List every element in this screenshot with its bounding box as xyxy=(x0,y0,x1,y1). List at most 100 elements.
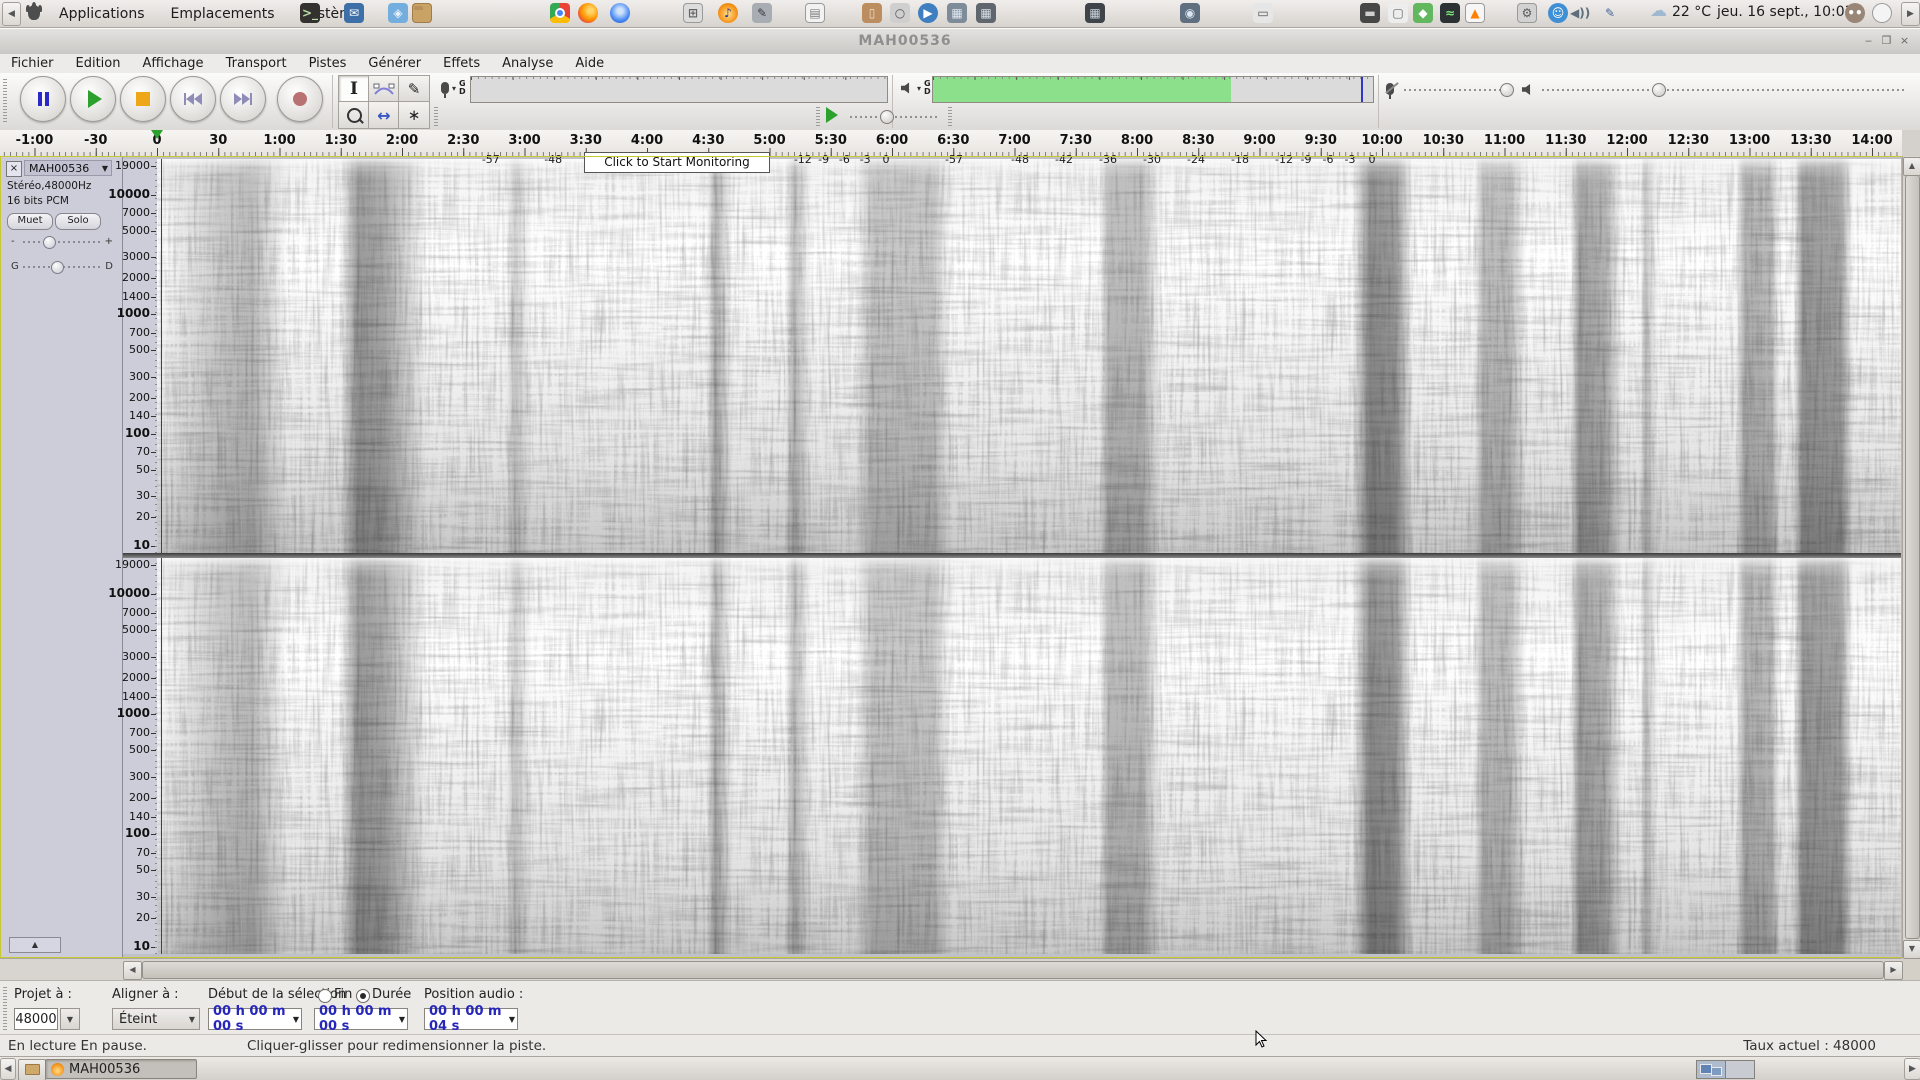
photo-organizer-icon[interactable] xyxy=(1491,3,1511,23)
mute-button[interactable]: Muet xyxy=(7,213,53,230)
vertical-scroll-thumb[interactable] xyxy=(1905,175,1920,939)
gain-slider[interactable]: - + xyxy=(11,235,113,249)
accessibility-icon[interactable]: ☺ xyxy=(1548,3,1568,23)
frequency-ruler-left-channel[interactable]: 19000 10000 7000 5000 3000 2000 1400 1000 700 500… xyxy=(108,159,157,553)
menu-affichage[interactable]: Affichage xyxy=(131,56,214,71)
pan-slider-thumb[interactable] xyxy=(51,261,64,274)
draw-tool-button[interactable]: ✎ xyxy=(398,75,430,103)
project-rate-value[interactable]: 48000 xyxy=(14,1008,58,1030)
file-manager-taskbar-button[interactable] xyxy=(18,1059,46,1080)
calculator-icon[interactable]: ▦ xyxy=(976,3,996,23)
transcription-grabber[interactable] xyxy=(816,106,820,126)
menu-analyse[interactable]: Analyse xyxy=(491,56,564,71)
gnome-foot-icon[interactable] xyxy=(28,5,40,20)
playhead-triangle[interactable] xyxy=(151,130,163,139)
close-button[interactable]: × xyxy=(1896,32,1913,50)
pen-icon[interactable]: ✎ xyxy=(1600,3,1620,23)
minimize-button[interactable]: ‒ xyxy=(1860,32,1877,50)
volume-icon[interactable]: ◀)) xyxy=(1570,3,1590,23)
maximize-button[interactable]: ❐ xyxy=(1878,32,1895,50)
solo-button[interactable]: Solo xyxy=(55,213,101,230)
taskbar-collapse-left-button[interactable]: ◀ xyxy=(0,1058,16,1080)
menu-générer[interactable]: Générer xyxy=(357,56,432,71)
selection-duration-radio[interactable] xyxy=(356,989,370,1003)
multi-tool-button[interactable]: ∗ xyxy=(398,101,430,129)
scroll-down-button[interactable]: ▼ xyxy=(1903,940,1920,959)
clock-label[interactable]: jeu. 16 sept., 10:03 xyxy=(1717,4,1854,20)
google-earth-icon[interactable] xyxy=(648,3,668,23)
selection-start-field[interactable]: 00 h 00 m 00 s ▼ xyxy=(208,1004,302,1034)
playback-speed-thumb[interactable] xyxy=(880,110,894,124)
photos-icon[interactable]: ◆ xyxy=(1413,3,1433,23)
panel-menu-emplacements[interactable]: Emplacements xyxy=(158,6,288,22)
temperature-label[interactable]: 22 °C xyxy=(1672,4,1711,20)
horizontal-scroll-thumb[interactable] xyxy=(142,961,1884,979)
taskbar-collapse-right-button[interactable]: ▶ xyxy=(1904,1058,1920,1080)
play-meter-icon-group[interactable]: ▾ GD xyxy=(901,80,931,96)
scroll-left-button[interactable]: ◀ xyxy=(123,961,142,980)
audacity-icon[interactable]: ♪ xyxy=(718,3,738,23)
terminal-icon[interactable]: >_ xyxy=(300,3,320,23)
input-volume-slider[interactable] xyxy=(1404,89,1512,91)
numeric-keypad-icon[interactable]: ▦ xyxy=(1085,3,1105,23)
scroll-right-button[interactable]: ▶ xyxy=(1884,961,1903,980)
taskbar-window-button[interactable]: MAH00536 xyxy=(45,1059,197,1079)
recording-meter[interactable] xyxy=(470,76,888,103)
monitoring-message[interactable]: Click to Start Monitoring xyxy=(584,152,770,173)
search-icon[interactable]: ○ xyxy=(890,3,910,23)
player-icon[interactable]: ▶ xyxy=(918,3,938,23)
panel-collapse-right-button[interactable]: ▶ xyxy=(1901,2,1920,26)
file-manager-icon[interactable] xyxy=(412,3,432,23)
record-meter-icon-group[interactable]: ▾ GD xyxy=(441,80,466,98)
menu-aide[interactable]: Aide xyxy=(564,56,615,71)
audio-position-field[interactable]: 00 h 00 m 04 s ▼ xyxy=(424,1004,518,1034)
email-icon[interactable]: ✉ xyxy=(344,3,364,23)
film-projector-icon[interactable]: ◉ xyxy=(1180,3,1200,23)
device-toolbar-grabber[interactable] xyxy=(948,106,952,126)
transport-grabber[interactable] xyxy=(3,78,7,122)
playback-meter[interactable] xyxy=(932,76,1374,103)
track-control-panel[interactable]: × MAH00536 ▼ Stéréo,48000Hz 16 bits PCM M… xyxy=(1,157,123,957)
chrome-icon[interactable] xyxy=(550,3,570,23)
text-editor-icon[interactable]: ✎ xyxy=(752,3,772,23)
menu-pistes[interactable]: Pistes xyxy=(298,56,358,71)
input-volume-thumb[interactable] xyxy=(1500,83,1514,97)
system-monitor-icon[interactable]: ≈ xyxy=(1440,3,1460,23)
pause-button[interactable] xyxy=(20,76,66,122)
selection-toolbar-grabber[interactable] xyxy=(3,986,7,1030)
panel-menu-applications[interactable]: Applications xyxy=(46,6,158,22)
window-titlebar[interactable]: MAH00536 ‒ ❐ × xyxy=(0,28,1920,56)
chromium-icon[interactable] xyxy=(610,3,630,23)
workspace-2-pager[interactable] xyxy=(1725,1060,1755,1079)
menu-fichier[interactable]: Fichier xyxy=(0,56,65,71)
panel-collapse-left-button[interactable]: ◀ xyxy=(2,2,21,26)
play-at-speed-button[interactable] xyxy=(826,107,838,123)
selection-end-field[interactable]: 00 h 00 m 00 s ▼ xyxy=(314,1004,408,1034)
track-collapse-button[interactable]: ▲ xyxy=(9,937,61,953)
snap-to-select[interactable]: Éteint ▼ xyxy=(112,1008,200,1030)
edit-toolbar-grabber[interactable] xyxy=(434,106,438,126)
gain-slider-thumb[interactable] xyxy=(43,236,56,249)
project-rate-dropdown-button[interactable]: ▼ xyxy=(60,1008,80,1030)
tools-icon[interactable]: ⚙ xyxy=(1517,3,1537,23)
toggle-switch-icon[interactable]: ▢ xyxy=(1388,3,1408,23)
clipboard-icon[interactable]: ▯ xyxy=(862,3,882,23)
track-name-menu[interactable]: MAH00536 ▼ xyxy=(24,160,112,176)
firefox-icon[interactable] xyxy=(578,3,598,23)
table-icon[interactable]: ⊞ xyxy=(683,3,703,23)
output-volume-slider[interactable] xyxy=(1542,89,1906,91)
output-volume-thumb[interactable] xyxy=(1652,83,1666,97)
record-button[interactable] xyxy=(277,76,323,122)
spectrogram-left-channel[interactable] xyxy=(157,159,1902,553)
envelope-tool-button[interactable] xyxy=(368,75,400,103)
display-settings-icon[interactable]: ▭ xyxy=(1253,3,1273,23)
scroll-up-button[interactable]: ▲ xyxy=(1903,157,1920,176)
selection-end-radio[interactable] xyxy=(318,989,332,1003)
play-button[interactable] xyxy=(70,76,116,122)
vertical-scrollbar[interactable]: ▲ ▼ xyxy=(1902,156,1920,959)
film-slate-icon[interactable]: ▬ xyxy=(1360,3,1380,23)
network-places-icon[interactable]: ◈ xyxy=(388,3,408,23)
menu-effets[interactable]: Effets xyxy=(432,56,491,71)
zoom-tool-button[interactable] xyxy=(338,101,370,129)
track-close-button[interactable]: × xyxy=(6,161,22,177)
